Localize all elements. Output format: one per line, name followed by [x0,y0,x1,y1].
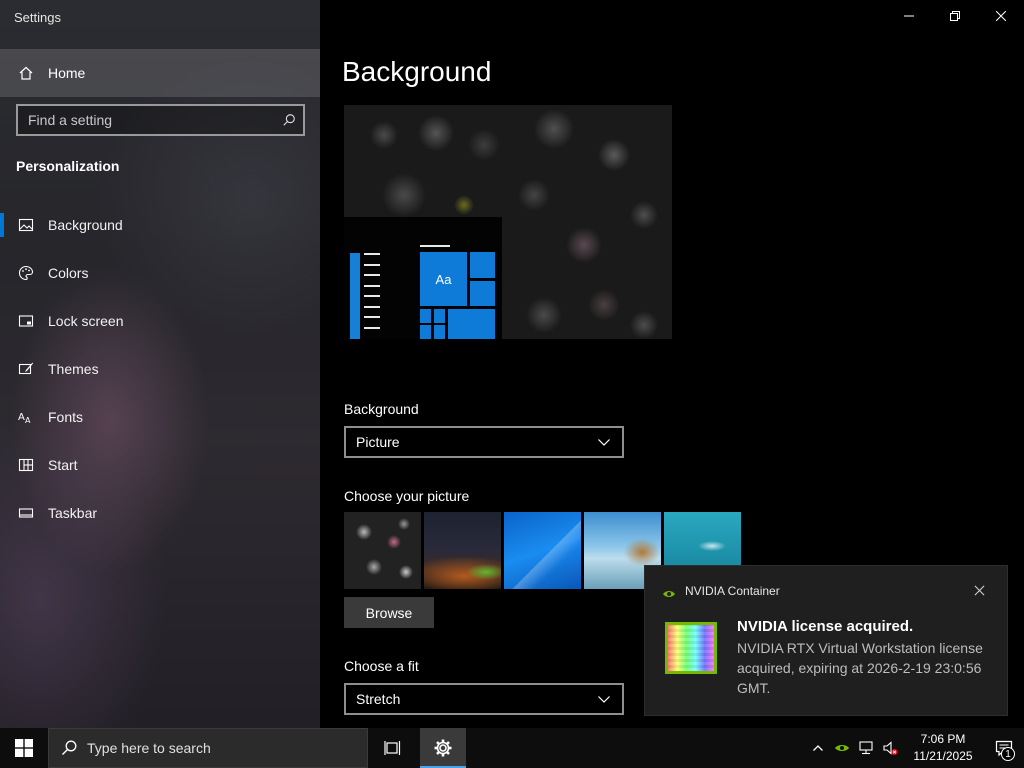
chevron-down-icon [596,691,612,707]
page-title: Background [342,56,492,87]
sidebar-item-start[interactable]: Start [0,441,320,489]
toast-close-button[interactable] [971,582,987,598]
search-icon [61,740,77,756]
notification-count-badge: 1 [1001,747,1015,761]
preview-tile [420,325,431,339]
toast-title: NVIDIA license acquired. [737,618,914,635]
toast-body: NVIDIA RTX Virtual Workstation license a… [737,640,983,696]
preview-tile-aa: Aa [420,252,467,306]
taskbar-clock[interactable]: 7:06 PM 11/21/2025 [908,731,978,765]
sidebar-item-label: Lock screen [48,313,124,329]
preview-tile [448,309,495,339]
home-label: Home [48,65,86,81]
home-icon [18,65,34,81]
windows-logo-icon [15,739,33,757]
picture-thumbnail-cats[interactable] [344,512,421,589]
toast-app-name: NVIDIA Container [685,584,780,598]
sidebar-item-label: Background [48,217,123,233]
svg-text:A: A [25,416,31,425]
themes-brush-icon [18,361,34,377]
taskbar-search-placeholder: Type here to search [87,740,211,756]
taskbar-search-box[interactable]: Type here to search [48,728,368,768]
restore-button[interactable] [932,0,978,32]
system-tray: 7:06 PM 11/21/2025 1 [806,728,1024,768]
preview-tile [470,281,495,306]
network-button[interactable] [854,728,878,768]
lock-screen-icon [18,313,34,329]
restore-icon [950,11,960,21]
start-button[interactable] [0,728,48,768]
choose-fit-label: Choose a fit [344,658,419,674]
windows-taskbar: Type here to search 7:06 PM 11/21/2025 1 [0,728,1024,768]
background-dropdown[interactable]: Picture [344,426,624,458]
task-view-icon [384,741,401,755]
desktop-preview: Aa [344,105,672,339]
gear-icon [434,739,452,757]
preview-tiles: Aa [420,252,496,339]
minimize-icon [904,15,914,17]
sidebar-item-label: Colors [48,265,89,281]
sidebar-item-label: Taskbar [48,505,98,521]
action-center-button[interactable]: 1 [984,728,1024,768]
preview-tile [420,309,431,323]
choose-picture-label: Choose your picture [344,488,470,504]
taskbar-icon [18,505,34,521]
start-grid-icon [18,457,34,473]
preview-menu-list [364,253,380,337]
window-controls [886,0,1024,32]
fit-dropdown-value: Stretch [356,691,401,707]
picture-icon [18,217,34,233]
close-button[interactable] [978,0,1024,32]
app-title: Settings [14,10,61,25]
background-label: Background [344,401,419,417]
svg-text:A: A [18,412,25,423]
nvidia-tray-icon [835,745,849,751]
search-icon[interactable] [275,106,303,134]
preview-taskbar [350,253,360,339]
sidebar-item-taskbar[interactable]: Taskbar [0,489,320,537]
sidebar-item-lock-screen[interactable]: Lock screen [0,297,320,345]
browse-button[interactable]: Browse [344,597,434,628]
show-hidden-icons-button[interactable] [806,728,830,768]
chevron-down-icon [596,434,612,450]
chevron-up-icon [813,745,823,751]
sidebar-item-themes[interactable]: Themes [0,345,320,393]
close-icon [996,11,1006,21]
fonts-icon: AA [18,409,34,425]
gpu-chip-image [665,622,717,674]
clock-date: 11/21/2025 [913,749,973,763]
palette-icon [18,265,34,281]
sidebar-item-fonts[interactable]: AA Fonts [0,393,320,441]
sidebar-item-label: Fonts [48,409,84,425]
find-setting-search[interactable] [16,104,305,136]
preview-tile [470,252,495,278]
sidebar-item-colors[interactable]: Colors [0,249,320,297]
home-nav-item[interactable]: Home [0,49,320,97]
settings-sidebar: Settings Home Personalization Background… [0,0,320,728]
preview-tile [434,325,445,339]
fit-dropdown[interactable]: Stretch [344,683,624,715]
preview-tile [434,309,445,323]
find-setting-input[interactable] [28,112,275,128]
nvidia-tray-button[interactable] [830,728,854,768]
nvidia-notification-toast[interactable]: NVIDIA Container NVIDIA license acquired… [644,565,1008,716]
sidebar-item-background[interactable]: Background [0,201,320,249]
network-icon [859,741,873,755]
nvidia-logo-icon [663,586,675,597]
picture-thumbnail-night-sky[interactable] [424,512,501,589]
volume-muted-icon [883,741,898,755]
sidebar-item-label: Start [48,457,78,473]
personalization-nav: Background Colors Lock screen Themes AA … [0,201,320,537]
taskbar-settings-app[interactable] [420,728,466,768]
minimize-button[interactable] [886,0,932,32]
close-icon [974,585,984,595]
task-view-button[interactable] [370,728,416,768]
background-dropdown-value: Picture [356,434,400,450]
preview-start-header [420,245,450,247]
section-title: Personalization [16,158,120,174]
clock-time: 7:06 PM [920,732,966,746]
sidebar-item-label: Themes [48,361,99,377]
volume-button[interactable] [878,728,902,768]
picture-thumbnail-windows-blue[interactable] [504,512,581,589]
